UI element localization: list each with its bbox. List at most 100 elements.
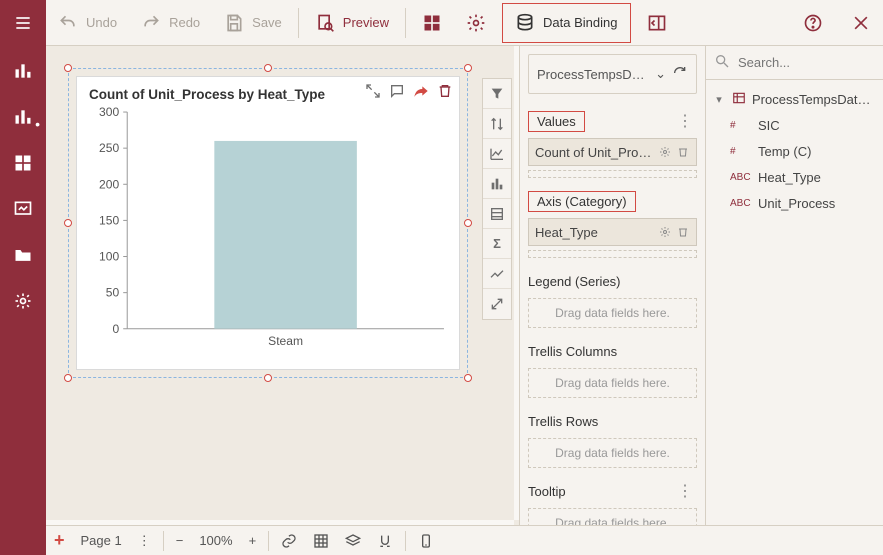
legend-title: Legend (Series)	[528, 274, 621, 289]
chart-type-table-icon[interactable]	[483, 199, 511, 229]
dashboard-toggle[interactable]	[410, 0, 454, 46]
legend-dropzone[interactable]: Drag data fields here.	[528, 298, 697, 328]
redo-button[interactable]: Redo	[129, 0, 212, 46]
expand-icon[interactable]	[365, 83, 381, 99]
mobile-icon[interactable]	[410, 526, 442, 555]
page-menu[interactable]: ⋮	[130, 526, 159, 555]
separator	[298, 8, 299, 38]
sidebar-components[interactable]	[12, 198, 34, 220]
filter-icon[interactable]	[483, 79, 511, 109]
svg-text:100: 100	[99, 250, 119, 264]
share-icon[interactable]	[413, 83, 429, 99]
sidebar-chart[interactable]	[12, 60, 34, 82]
trash-icon[interactable]	[676, 145, 690, 159]
field-type-icon: ABC	[730, 172, 752, 183]
more-icon[interactable]: ⋮	[673, 111, 697, 131]
more-icon[interactable]: ⋮	[673, 481, 697, 501]
chart-selection[interactable]: Count of Unit_Process by Heat_Type 05010…	[68, 68, 468, 378]
panel-right-icon	[647, 13, 667, 33]
grid-icon	[422, 13, 442, 33]
resize-handle[interactable]	[64, 374, 72, 382]
collapse-icon[interactable]: ▾	[712, 93, 726, 106]
field-name: SIC	[758, 118, 780, 133]
tooltip-section: Tooltip ⋮ Drag data fields here.	[528, 478, 697, 525]
zoom-in[interactable]: +	[241, 526, 265, 555]
close-icon	[851, 13, 871, 33]
sort-icon[interactable]	[483, 109, 511, 139]
chevron-down-icon[interactable]: ⌄	[655, 66, 666, 82]
field-name: Heat_Type	[758, 170, 821, 185]
resize-handle[interactable]	[64, 219, 72, 227]
undo-label: Undo	[86, 15, 117, 30]
chart-type-line-icon[interactable]	[483, 139, 511, 169]
scrollbar-horizontal[interactable]	[46, 520, 514, 525]
grid-icon[interactable]	[305, 526, 337, 555]
zoom-out[interactable]: −	[168, 526, 192, 555]
sidebar-inspect[interactable]	[12, 290, 34, 312]
sidebar-chart-alt[interactable]: •	[12, 106, 34, 128]
tree-field[interactable]: #Temp (C)	[712, 138, 883, 164]
trend-icon[interactable]	[483, 259, 511, 289]
chart-type-bar-icon[interactable]	[483, 169, 511, 199]
snap-icon[interactable]	[369, 526, 401, 555]
top-toolbar: Undo Redo Save Preview Data Binding	[0, 0, 883, 46]
axis-title: Axis (Category)	[528, 191, 636, 212]
link-icon[interactable]	[273, 526, 305, 555]
tooltip-dropzone[interactable]: Drag data fields here.	[528, 508, 697, 525]
tooltip-title: Tooltip	[528, 484, 566, 499]
resize-handle[interactable]	[464, 374, 472, 382]
data-binding-button[interactable]: Data Binding	[502, 3, 630, 43]
settings-button[interactable]	[454, 0, 498, 46]
resize-handle[interactable]	[464, 64, 472, 72]
tree-root-label: ProcessTempsDat…	[752, 92, 870, 107]
comment-icon[interactable]	[389, 83, 405, 99]
zoom-level[interactable]: 100%	[191, 526, 240, 555]
axis-item[interactable]: Heat_Type	[528, 218, 697, 246]
axis-dropzone[interactable]	[528, 250, 697, 258]
trellis-rows-dropzone[interactable]: Drag data fields here.	[528, 438, 697, 468]
tree-field[interactable]: ABC Heat_Type	[712, 164, 883, 190]
dataset-selector[interactable]: ProcessTempsDataset	[537, 67, 649, 82]
field-type-icon: ABC	[730, 198, 752, 209]
gear-icon[interactable]	[658, 225, 672, 239]
values-dropzone[interactable]	[528, 170, 697, 178]
scrollbar-vertical[interactable]	[514, 46, 519, 520]
refresh-icon[interactable]	[672, 65, 688, 84]
trellis-cols-dropzone[interactable]: Drag data fields here.	[528, 368, 697, 398]
tree-field[interactable]: ABCUnit_Process	[712, 190, 883, 216]
database-icon	[515, 13, 535, 33]
search-input[interactable]	[736, 54, 883, 71]
tree-field[interactable]: # SIC	[712, 112, 883, 138]
aggregate-icon[interactable]: Σ	[483, 229, 511, 259]
close-button[interactable]	[839, 0, 883, 46]
field-type-icon: #	[730, 120, 752, 131]
design-canvas[interactable]: Count of Unit_Process by Heat_Type 05010…	[46, 46, 519, 525]
layers-icon[interactable]	[337, 526, 369, 555]
svg-text:300: 300	[99, 107, 119, 119]
resize-handle[interactable]	[464, 219, 472, 227]
preview-button[interactable]: Preview	[303, 0, 401, 46]
resize-handle[interactable]	[264, 374, 272, 382]
add-page-button[interactable]: +	[46, 526, 73, 555]
panel-toggle-button[interactable]	[635, 0, 679, 46]
dataset-tree: ▾ ProcessTempsDat… # SIC #Temp (C) ABC Heat_…	[706, 80, 883, 216]
svg-text:50: 50	[106, 286, 120, 300]
help-button[interactable]	[791, 0, 835, 46]
resize-handle[interactable]	[264, 64, 272, 72]
fullscreen-icon[interactable]	[483, 289, 511, 319]
hamburger-menu[interactable]	[0, 0, 46, 46]
sidebar-folder[interactable]	[12, 244, 34, 266]
trash-icon[interactable]	[676, 225, 690, 239]
sidebar-containers[interactable]	[12, 152, 34, 174]
page-tab[interactable]: Page 1	[73, 526, 130, 555]
gear-icon[interactable]	[658, 145, 672, 159]
values-item[interactable]: Count of Unit_Proc…	[528, 138, 697, 166]
trellis-cols-title: Trellis Columns	[528, 344, 617, 359]
resize-handle[interactable]	[64, 64, 72, 72]
delete-icon[interactable]	[437, 83, 453, 99]
save-button[interactable]: Save	[212, 0, 294, 46]
axis-item-label: Heat_Type	[535, 225, 654, 240]
save-icon	[224, 13, 244, 33]
undo-button[interactable]: Undo	[46, 0, 129, 46]
tree-root[interactable]: ▾ ProcessTempsDat…	[712, 86, 883, 112]
